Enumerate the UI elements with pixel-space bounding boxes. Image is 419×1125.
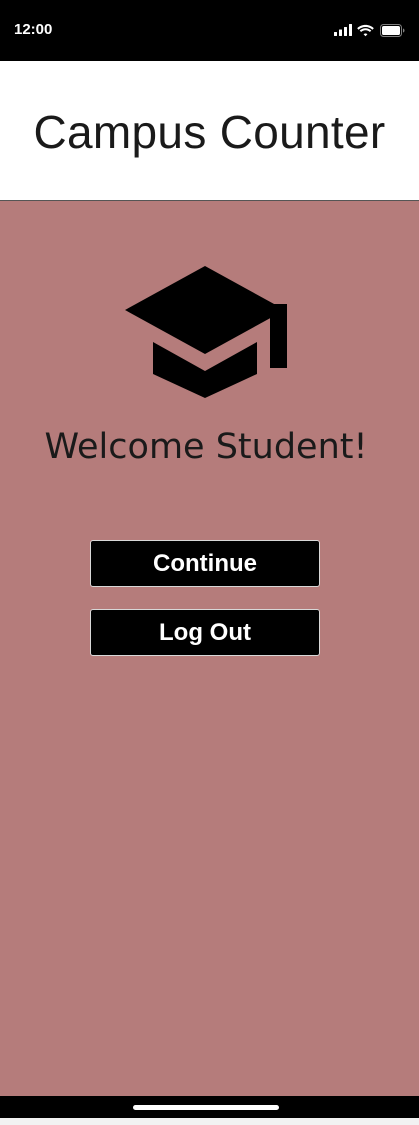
cellular-signal-icon (334, 24, 352, 36)
app-screen: 12:00 Campus Counter Welcome Student! Co… (0, 0, 419, 1125)
wifi-icon (357, 24, 374, 36)
bottom-strip (0, 1118, 419, 1125)
home-indicator[interactable] (133, 1105, 279, 1110)
main-content: Welcome Student! Continue Log Out (0, 201, 419, 1096)
continue-button[interactable]: Continue (90, 540, 320, 587)
status-bar: 12:00 (0, 0, 419, 61)
status-time: 12:00 (14, 21, 53, 38)
app-header: Campus Counter (0, 61, 419, 201)
welcome-heading: Welcome Student! (44, 427, 368, 467)
home-indicator-bar (0, 1096, 419, 1118)
status-icons (334, 22, 405, 38)
page-title: Campus Counter (33, 106, 386, 158)
battery-icon (380, 23, 405, 37)
log-out-button[interactable]: Log Out (90, 609, 320, 656)
graduation-cap-icon (125, 266, 287, 398)
